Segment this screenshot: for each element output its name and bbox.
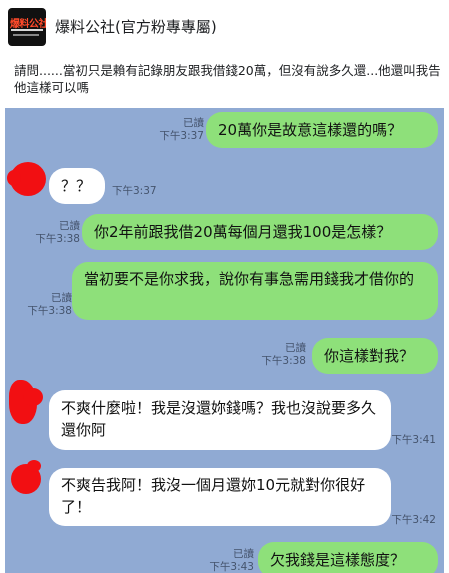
read-receipt: 已讀 [285,342,306,354]
message-meta: 下午3:41 [391,434,436,447]
redacted-avatar-icon [7,170,21,186]
message-bubble-incoming: ？？ [49,168,105,204]
message-time: 下午3:37 [112,185,157,197]
chat-screenshot: 已讀 下午3:37 20萬你是故意這樣還的嗎？ ？？ 下午3:37 已讀 下午3… [5,108,444,573]
message-bubble-outgoing: 20萬你是故意這樣還的嗎？ [206,112,438,148]
message-meta: 已讀 下午3:38 [27,292,72,318]
read-receipt: 已讀 [183,117,204,129]
message-time: 下午3:43 [209,561,254,573]
message-meta: 已讀 下午3:37 [159,117,204,143]
message-meta: 下午3:42 [391,514,436,527]
message-time: 下午3:38 [35,233,80,245]
message-time: 下午3:38 [27,305,72,317]
page-logo-stripe [11,29,43,31]
redacted-avatar-icon [23,388,43,406]
read-receipt: 已讀 [59,220,80,232]
post-text: 請問......當初只是賴有記錄朋友跟我借錢20萬，但沒有說多久還...他還叫我… [14,63,441,95]
read-receipt: 已讀 [51,292,72,304]
read-receipt: 已讀 [233,548,254,560]
page-logo-text: 爆料公社 [10,19,46,30]
message-meta: 已讀 下午3:38 [35,220,80,246]
message-time: 下午3:41 [391,434,436,446]
page-logo-icon[interactable]: 爆料公社 [8,8,46,46]
message-meta: 已讀 下午3:38 [261,342,306,368]
message-time: 下午3:37 [159,130,204,142]
message-time: 下午3:42 [391,514,436,526]
message-meta: 下午3:37 [112,185,157,198]
message-time: 下午3:38 [261,355,306,367]
page-header: 爆料公社 爆料公社(官方粉專專屬) [0,0,449,56]
message-bubble-outgoing: 當初要不是你求我，說你有事急需用錢我才借你的 [72,262,438,320]
message-bubble-outgoing: 欠我錢是這樣態度？ [258,542,438,573]
message-bubble-incoming: 不爽告我阿！我沒一個月還妳10元就對你很好了！ [49,468,391,526]
message-meta: 已讀 下午3:43 [209,548,254,573]
message-bubble-outgoing: 你2年前跟我借20萬每個月還我100是怎樣？ [82,214,438,250]
redacted-avatar-icon [27,460,41,472]
message-bubble-incoming: 不爽什麼啦！我是沒還妳錢嗎？我也沒說要多久還你阿 [49,390,391,450]
page-name-link[interactable]: 爆料公社(官方粉專專屬) [55,16,217,37]
page-logo-stripe [13,34,39,36]
message-bubble-outgoing: 你這樣對我？ [312,338,438,374]
